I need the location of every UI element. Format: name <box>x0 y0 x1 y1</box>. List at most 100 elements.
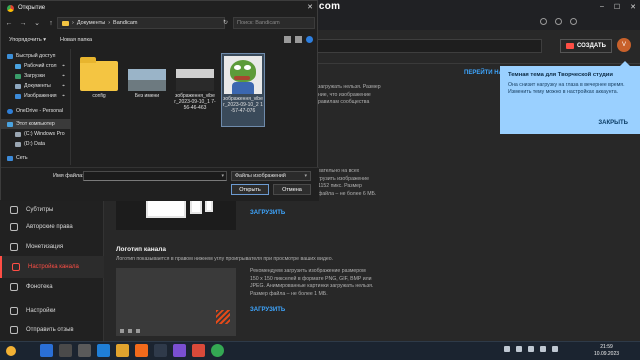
viber-icon[interactable] <box>173 344 186 357</box>
feedback-icon <box>10 326 18 334</box>
navigation-pane: Быстрый доступ Рабочий стол ⌖ Загрузки ⌖… <box>1 49 71 165</box>
watermark-placeholder-icon <box>216 310 230 324</box>
search-icon[interactable] <box>59 344 72 357</box>
avatar[interactable]: V <box>617 38 631 52</box>
browser-toolbar-icons <box>540 18 577 25</box>
extensions-icon[interactable] <box>540 18 547 25</box>
chevron-down-icon[interactable]: ▾ <box>221 173 224 179</box>
tree-item-downloads[interactable]: Загрузки ⌖ <box>1 71 71 81</box>
view-mode-icon[interactable] <box>284 36 291 43</box>
file-open-dialog: Открытие ✕ ← → ⌄ ↑ › Документы › Bandica… <box>0 0 319 201</box>
tree-item-network[interactable]: Сеть <box>1 153 71 163</box>
banner-description: вательно на всех грузить изображение 115… <box>318 168 377 197</box>
file-item-viber-1[interactable]: зображення_vibe r_2023-09-10_1 7-56-46-4… <box>173 53 217 127</box>
task-view-icon[interactable] <box>78 344 91 357</box>
tree-item-drive-d[interactable]: (D:) Data <box>1 139 71 149</box>
file-item-viber-2[interactable]: зображення_vibe r_2023-09-10_2 1-57-47-0… <box>221 53 265 127</box>
up-icon[interactable]: ↑ <box>47 20 55 27</box>
dark-theme-tooltip: Темная тема для Творческой студии Она сн… <box>500 61 640 134</box>
start-icon[interactable] <box>40 344 53 357</box>
forward-icon[interactable]: → <box>19 20 27 27</box>
tree-item-this-pc[interactable]: Этот компьютер <box>1 119 71 129</box>
tree-item-documents[interactable]: Документы ⌖ <box>1 81 71 91</box>
tree-item-drive-c[interactable]: (C:) Windows Pro <box>1 129 71 139</box>
desktop-icon <box>15 63 21 69</box>
sidebar-item-label: Настройка канала <box>28 264 79 270</box>
close-icon[interactable]: ✕ <box>307 3 313 11</box>
clock[interactable]: 21:59 10.09.2023 <box>594 344 619 358</box>
sidebar-item-copyright[interactable]: Авторские права <box>0 216 104 238</box>
taskbar: 21:59 10.09.2023 <box>0 341 640 360</box>
organize-button[interactable]: Упорядочить ▾ <box>9 37 46 43</box>
breadcrumb-item[interactable]: Bandicam <box>113 20 137 26</box>
tooltip-title: Темная тема для Творческой студии <box>508 72 613 78</box>
file-item-untitled[interactable]: Без имени <box>125 53 169 127</box>
create-button[interactable]: СОЗДАТЬ <box>560 39 612 53</box>
new-folder-button[interactable]: Новая папка <box>60 37 92 43</box>
pin-icon: ⌖ <box>62 73 65 79</box>
tree-item-pictures[interactable]: Изображения ⌖ <box>1 91 71 101</box>
profile-icon[interactable] <box>555 18 562 25</box>
sidebar-item-feedback[interactable]: Отправить отзыв <box>0 319 104 341</box>
tree-item-onedrive[interactable]: OneDrive - Personal <box>1 106 71 116</box>
go-to-channel-link[interactable]: ПЕРЕЙТИ НА <box>464 70 503 76</box>
sidebar-item-label: Авторские права <box>26 224 73 230</box>
view-options <box>284 36 313 43</box>
language-icon[interactable] <box>552 346 558 352</box>
clock-date: 10.09.2023 <box>594 351 620 357</box>
back-icon[interactable]: ← <box>5 20 13 27</box>
audio-library-icon <box>10 283 18 291</box>
filetype-select[interactable]: Файлы изображений ▾ <box>231 171 311 181</box>
close-window-icon[interactable]: ✕ <box>630 3 636 11</box>
sidebar-item-label: Настройки <box>26 308 56 314</box>
firefox-icon[interactable] <box>135 344 148 357</box>
subtitles-icon <box>10 206 18 214</box>
refresh-icon[interactable]: ↻ <box>223 19 228 26</box>
logo-preview <box>116 268 236 336</box>
minimize-icon[interactable]: – <box>600 3 604 11</box>
help-icon[interactable] <box>306 36 313 43</box>
sidebar-item-audio-library[interactable]: Фонотека <box>0 276 104 298</box>
breadcrumb[interactable]: › Документы › Bandicam <box>57 17 225 29</box>
search-input[interactable]: Поиск: Bandicam <box>233 17 315 29</box>
volume-icon[interactable] <box>528 346 534 352</box>
sidebar-item-monetization[interactable]: Монетизация <box>0 236 104 258</box>
menu-icon[interactable] <box>570 18 577 25</box>
tooltip-close-button[interactable]: ЗАКРЫТЬ <box>598 120 628 126</box>
frog-image-thumbnail-icon <box>224 56 262 94</box>
sidebar-item-customization[interactable]: Настройка канала <box>0 256 104 278</box>
star-icon <box>7 53 13 59</box>
steam-icon[interactable] <box>154 344 167 357</box>
explorer-icon[interactable] <box>116 344 129 357</box>
breadcrumb-item[interactable]: Документы <box>77 20 105 26</box>
tooltip-text: Она снизит нагрузку на глаза в вечернее … <box>508 82 625 95</box>
maximize-icon[interactable]: ☐ <box>614 3 620 11</box>
logo-description: Логотип показывается в правом нижнем угл… <box>116 256 334 262</box>
preview-pane-icon[interactable] <box>295 36 302 43</box>
sidebar-item-label: Отправить отзыв <box>26 327 74 333</box>
tree-item-quick-access[interactable]: Быстрый доступ <box>1 51 71 61</box>
tray-expand-icon[interactable] <box>504 346 510 352</box>
document-icon <box>15 83 21 89</box>
battery-icon[interactable] <box>540 346 546 352</box>
tree-item-desktop[interactable]: Рабочий стол ⌖ <box>1 61 71 71</box>
weather-icon[interactable] <box>6 346 16 356</box>
cancel-button[interactable]: Отмена <box>273 184 311 195</box>
customization-icon <box>12 263 20 271</box>
chevron-down-icon[interactable]: ⌄ <box>33 19 41 27</box>
bandicam-icon[interactable] <box>192 344 205 357</box>
create-label: СОЗДАТЬ <box>577 43 606 49</box>
chrome-icon[interactable] <box>211 344 224 357</box>
network-icon[interactable] <box>516 346 522 352</box>
banner-upload-button[interactable]: ЗАГРУЗИТЬ <box>250 210 285 216</box>
logo-upload-button[interactable]: ЗАГРУЗИТЬ <box>250 307 285 313</box>
edge-icon[interactable] <box>97 344 110 357</box>
computer-icon <box>7 121 13 127</box>
clock-time: 21:59 <box>600 344 613 350</box>
filename-input[interactable]: ▾ <box>83 171 227 181</box>
studio-search-input[interactable] <box>312 39 542 53</box>
filename-label: Имя файла: <box>53 173 84 179</box>
open-button[interactable]: Открыть <box>231 184 269 195</box>
file-item-config[interactable]: config <box>77 53 121 127</box>
photo-description: загружать нельзя. Размер ние, что изобра… <box>318 84 381 105</box>
